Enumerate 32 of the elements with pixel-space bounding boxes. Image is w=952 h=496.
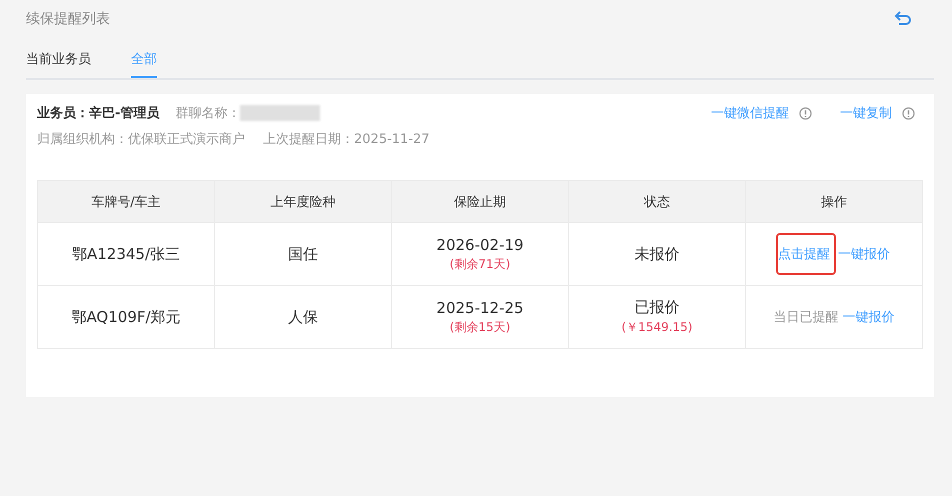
column-header: 上年度险种 xyxy=(214,180,392,222)
action-link[interactable]: 一键报价 xyxy=(838,237,890,271)
column-header: 状态 xyxy=(568,180,746,222)
column-header: 保险止期 xyxy=(392,180,568,222)
last-remind-date: 上次提醒日期：2025-11-27 xyxy=(263,131,430,148)
action-link[interactable]: 一键报价 xyxy=(842,300,894,334)
action-link[interactable]: 一键复制 xyxy=(840,104,892,122)
column-header: 车牌号/车主 xyxy=(38,180,214,222)
tab[interactable]: 全部 xyxy=(131,42,157,78)
column-header: 操作 xyxy=(746,180,922,222)
group-name-label: 群聊名称： xyxy=(175,105,240,122)
page-title: 续保提醒列表 xyxy=(26,10,110,28)
status-text: 未报价 xyxy=(634,244,680,264)
expiry-date: 2025-12-25 xyxy=(435,298,525,316)
reminded-text: 当日已提醒 xyxy=(774,309,838,327)
tab[interactable]: 当前业务员 xyxy=(26,42,91,78)
expiry-date: 2026-02-19 xyxy=(435,236,525,254)
remaining-days: (剩余15天) xyxy=(393,318,567,336)
status-text: 已报价 xyxy=(634,298,680,317)
info-icon[interactable] xyxy=(902,106,915,120)
table-cell: 国任 xyxy=(288,244,318,262)
action-link[interactable]: 点击提醒 xyxy=(778,235,834,273)
info-icon[interactable] xyxy=(799,106,812,120)
action-link[interactable]: 一键微信提醒 xyxy=(711,104,789,122)
table-cell: 鄂AQ109F/郑元 xyxy=(71,308,181,326)
remaining-days: (剩余71天) xyxy=(393,256,567,272)
back-icon[interactable] xyxy=(894,11,912,27)
table-cell: 鄂A12345/张三 xyxy=(72,244,180,262)
salesman-label: 业务员：辛巴-管理员 xyxy=(37,104,160,122)
quote-price: (￥1549.15) xyxy=(620,319,694,336)
org-label: 归属组织机构：优保联正式演示商户 xyxy=(37,131,245,148)
table-cell: 人保 xyxy=(288,308,318,326)
